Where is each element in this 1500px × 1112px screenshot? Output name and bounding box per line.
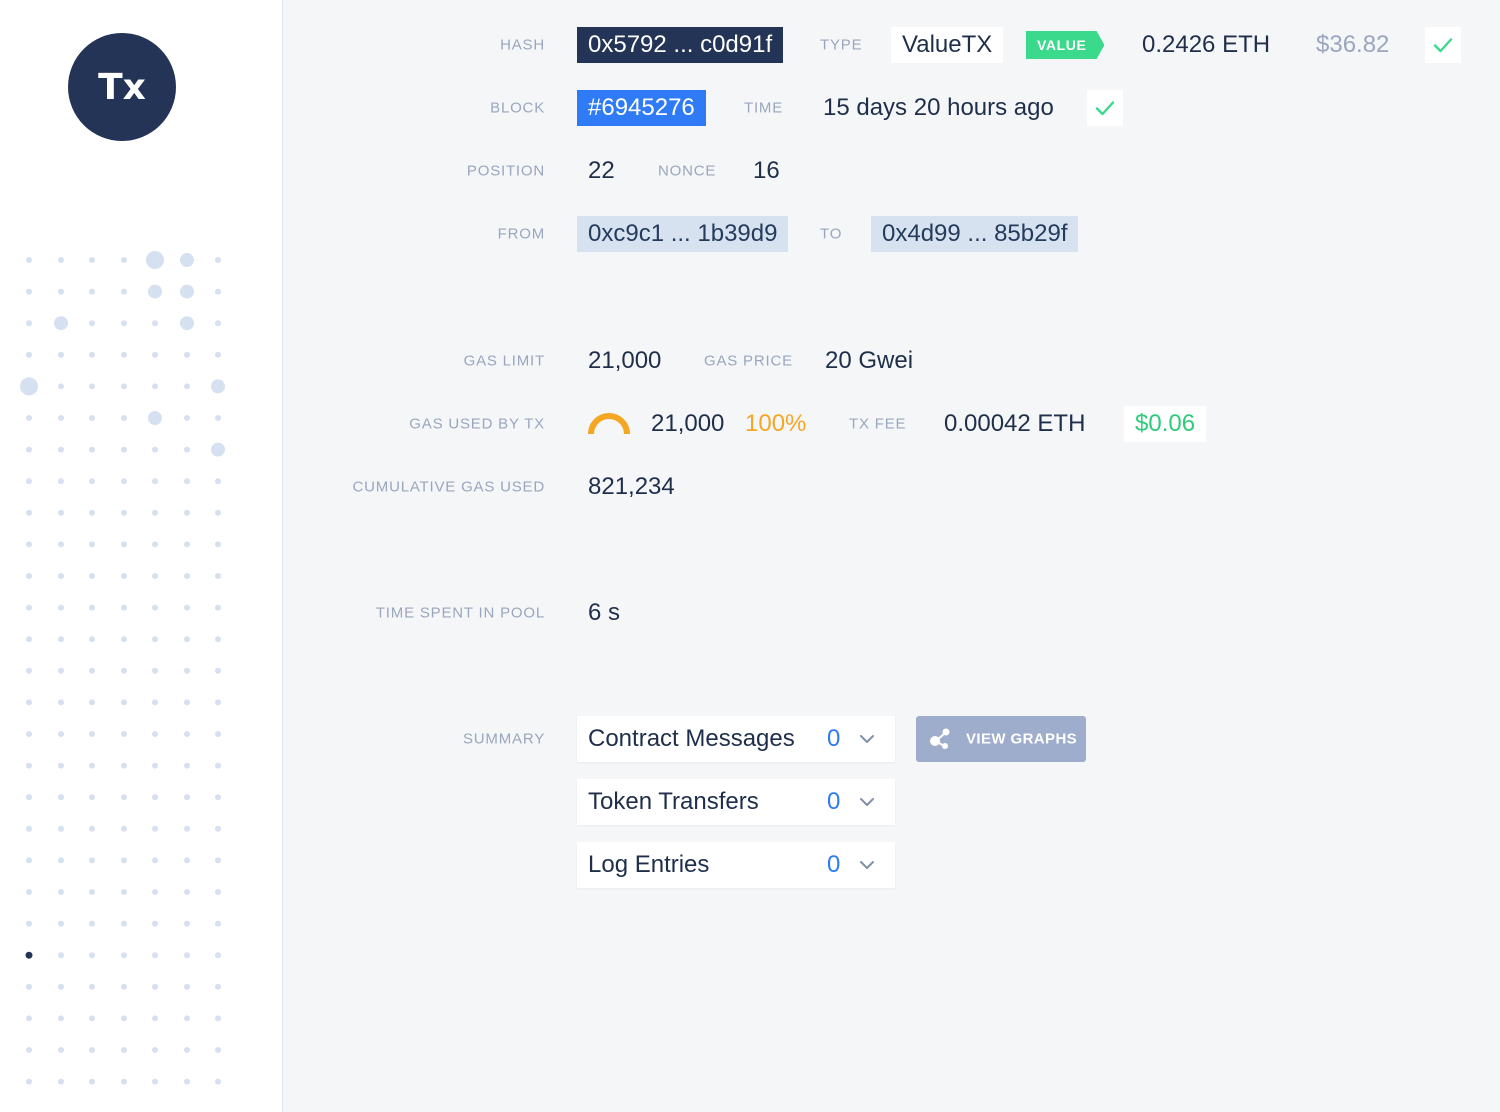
value-amount: 0.2426 ETH [1142,31,1271,58]
cumulative-gas-value: 821,234 [588,473,675,500]
from-address[interactable]: 0xc9c1 ... 1b39d9 [577,216,789,252]
chevron-down-icon [860,798,874,806]
position-label: POSITION [466,162,545,180]
time-value: 15 days 20 hours ago [823,94,1054,121]
block-label: BLOCK [490,99,545,117]
view-graphs-button[interactable]: VIEW GRAPHS [916,716,1086,762]
block-value[interactable]: #6945276 [577,90,706,126]
to-address[interactable]: 0x4d99 ... 85b29f [871,216,1079,252]
tx-fee-value: 0.00042 ETH [944,410,1086,437]
type-value: ValueTX [891,27,1004,63]
summary-item-count: 0 [827,725,841,752]
from-label: FROM [497,225,545,243]
summary-contract-messages[interactable]: Contract Messages 0 [577,716,895,762]
sidebar: Tx [0,0,283,1112]
summary-label: SUMMARY [463,730,545,748]
view-graphs-label: VIEW GRAPHS [966,730,1078,748]
summary-token-transfers[interactable]: Token Transfers 0 [577,779,895,825]
gas-limit-label: GAS LIMIT [463,352,545,370]
check-icon [1095,101,1115,116]
tx-fee-usd: $0.06 [1124,406,1207,442]
summary-log-entries[interactable]: Log Entries 0 [577,842,895,888]
gas-used-value: 21,000 [651,410,725,437]
time-check [1087,90,1123,126]
pool-time-value: 6 s [588,599,621,626]
gas-used-percent: 100% [745,410,807,437]
value-tag: VALUE [1026,31,1105,59]
nonce-value: 16 [753,157,780,184]
position-value: 22 [588,157,615,184]
chevron-down-icon [860,735,874,743]
time-label: TIME [744,99,784,117]
tx-fee-label: TX FEE [849,415,907,433]
transaction-details: HASH 0x5792 ... c0d91f TYPE ValueTX VALU… [283,0,1500,1112]
to-label: TO [820,225,843,243]
summary-item-label: Contract Messages [588,725,795,752]
hash-value[interactable]: 0x5792 ... c0d91f [577,27,784,63]
summary-item-label: Log Entries [588,851,710,878]
cumulative-gas-label: CUMULATIVE GAS USED [352,478,545,496]
gas-price-label: GAS PRICE [704,352,793,370]
summary-item-label: Token Transfers [588,788,759,815]
chevron-down-icon [860,861,874,869]
summary-item-count: 0 [827,788,841,815]
gas-used-label: GAS USED BY TX [409,415,545,433]
gas-price-value: 20 Gwei [825,347,914,374]
dot-pattern [20,251,225,1085]
type-label: TYPE [820,36,863,54]
summary-item-count: 0 [827,851,841,878]
pool-time-label: TIME SPENT IN POOL [375,604,545,622]
value-usd: $36.82 [1316,31,1390,58]
gauge-icon [588,413,630,435]
hash-label: HASH [500,36,545,54]
check-icon [1433,38,1453,53]
share-graph-icon [930,728,950,749]
gas-limit-value: 21,000 [588,347,662,374]
status-check [1425,27,1461,63]
nonce-label: NONCE [658,162,717,180]
